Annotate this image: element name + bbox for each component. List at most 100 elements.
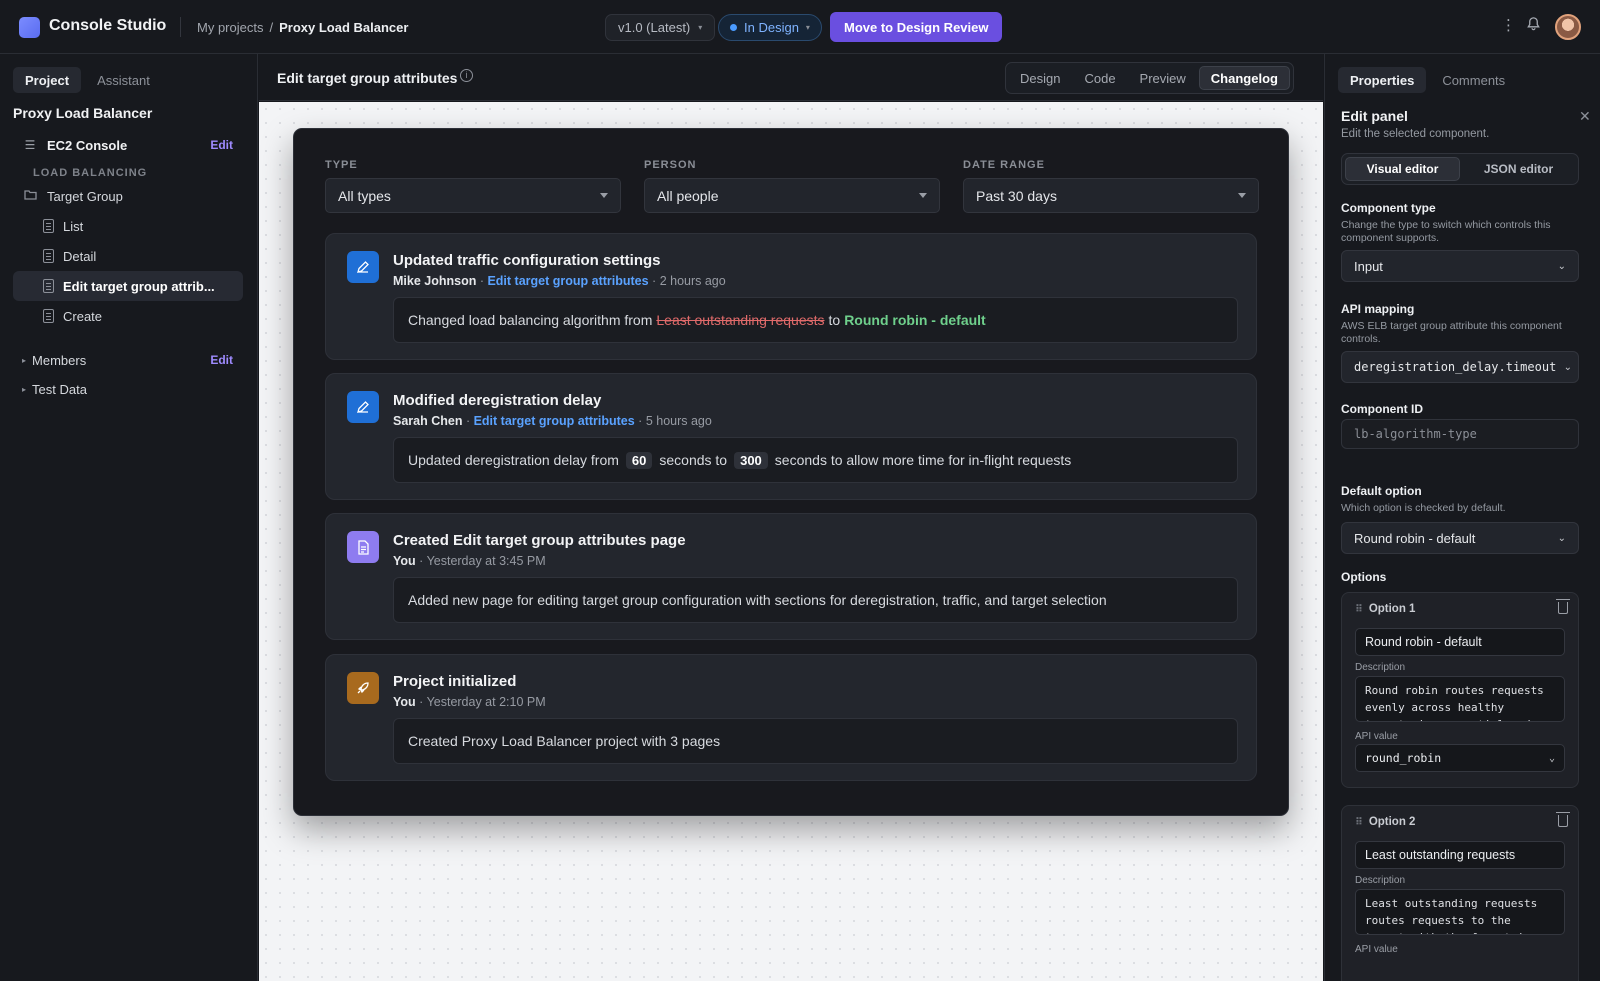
entry-page-link[interactable]: Edit target group attributes [474, 414, 635, 428]
option-title: Option 2 [1368, 816, 1416, 828]
component-type-select[interactable]: Input ⌄ [1341, 250, 1579, 282]
trash-icon[interactable] [1556, 812, 1570, 827]
document-icon [347, 531, 379, 563]
tab-design[interactable]: Design [1009, 66, 1071, 90]
sidebar-item-members[interactable]: ▸ Members Edit [13, 345, 243, 375]
component-id-input[interactable]: lb-algorithm-type [1341, 419, 1579, 449]
component-type-help: Change the type to switch which controls… [1341, 219, 1551, 244]
date-range-select[interactable]: Past 30 days [963, 178, 1259, 213]
entry-page-link[interactable]: Edit target group attributes [487, 274, 648, 288]
avatar[interactable] [1555, 14, 1581, 40]
sidebar-item-list[interactable]: List [13, 211, 243, 241]
entry-author: You [393, 554, 416, 568]
old-value: Least outstanding requests [656, 312, 825, 328]
description-label: Description [1355, 662, 1406, 673]
folder-icon [22, 189, 38, 203]
status-dot-icon [730, 24, 737, 31]
tab-preview[interactable]: Preview [1129, 66, 1197, 90]
entry-meta: You · Yesterday at 2:10 PM [393, 695, 546, 709]
filter-label: DATE RANGE [963, 159, 1045, 171]
body-text: seconds to allow more time for in-flight… [774, 452, 1072, 468]
version-dropdown[interactable]: v1.0 (Latest) ▾ [605, 14, 716, 41]
view-tabs: Design Code Preview Changelog [1005, 62, 1294, 94]
sidebar-item-ec2-console[interactable]: ☰ EC2 Console Edit [13, 130, 243, 160]
sidebar-item-label: Detail [63, 248, 97, 264]
chevron-down-icon [919, 193, 927, 198]
panel-subtitle: Edit the selected component. [1341, 128, 1490, 140]
left-sidebar: Project Assistant Proxy Load Balancer ☰ … [0, 54, 258, 981]
tab-code[interactable]: Code [1073, 66, 1126, 90]
visual-editor-button[interactable]: Visual editor [1345, 157, 1460, 181]
divider [180, 17, 181, 37]
section-label: LOAD BALANCING [33, 167, 148, 179]
option-description-input[interactable]: Round robin routes requests evenly acros… [1355, 676, 1565, 722]
tab-assistant[interactable]: Assistant [85, 67, 162, 93]
type-select[interactable]: All types [325, 178, 621, 213]
default-option-select[interactable]: Round robin - default ⌄ [1341, 522, 1579, 554]
option-api-value-select[interactable]: round_robin ⌄ [1355, 744, 1565, 772]
api-mapping-select[interactable]: deregistration_delay.timeout_seconds ⌄ [1341, 351, 1579, 383]
sidebar-item-label: Target Group [47, 188, 123, 204]
tab-changelog[interactable]: Changelog [1198, 66, 1290, 90]
changelog-entry: Updated traffic configuration settings M… [325, 233, 1257, 360]
person-select[interactable]: All people [644, 178, 940, 213]
component-id-label: Component ID [1341, 402, 1423, 416]
entry-title: Modified deregistration delay [393, 392, 602, 409]
chevron-down-icon: ▾ [698, 23, 703, 32]
sidebar-item-detail[interactable]: Detail [13, 241, 243, 271]
body-text: Added new page for editing target group … [408, 592, 1107, 608]
entry-body: Changed load balancing algorithm from Le… [393, 297, 1238, 343]
chevron-down-icon: ⌄ [1563, 361, 1572, 373]
new-value: 300 [734, 451, 768, 469]
edit-console-button[interactable]: Edit [210, 138, 233, 152]
type-filter: TYPE All types [325, 159, 621, 213]
more-vertical-icon[interactable]: ⋮ [1501, 16, 1516, 34]
option-title: Option 1 [1368, 603, 1416, 615]
move-to-review-button[interactable]: Move to Design Review [830, 12, 1003, 42]
option-card: ⠿ Option 1 Round robin - default Descrip… [1341, 592, 1579, 788]
tab-properties[interactable]: Properties [1338, 67, 1427, 93]
options-label: Options [1341, 570, 1387, 584]
body-text: Changed load balancing algorithm from [408, 312, 653, 328]
json-editor-button[interactable]: JSON editor [1462, 157, 1575, 181]
breadcrumb-root[interactable]: My projects [197, 20, 263, 35]
select-value: Past 30 days [976, 187, 1057, 204]
api-mapping-help: AWS ELB target group attribute this comp… [1341, 320, 1562, 345]
sidebar-item-test-data[interactable]: ▸ Test Data [13, 374, 243, 404]
drag-handle-icon[interactable]: ⠿ [1355, 604, 1363, 615]
chevron-down-icon: ⌄ [1557, 532, 1566, 544]
drag-handle-icon[interactable]: ⠿ [1355, 817, 1363, 828]
option-header: ⠿ Option 2 [1355, 816, 1415, 828]
entry-body: Added new page for editing target group … [393, 577, 1238, 623]
api-value-label: API value [1355, 731, 1398, 742]
sidebar-item-label: Test Data [32, 381, 87, 397]
chevron-down-icon: ⌄ [1557, 260, 1566, 272]
tab-project[interactable]: Project [13, 67, 82, 93]
select-value: round_robin [1365, 751, 1442, 765]
sidebar-item-edit-target-group[interactable]: Edit target group attrib... [13, 271, 243, 301]
old-value: 60 [625, 451, 653, 469]
info-icon[interactable]: i [460, 69, 473, 82]
select-value: All types [338, 187, 391, 204]
trash-icon[interactable] [1556, 599, 1570, 614]
option-description-input[interactable]: Least outstanding requests routes reques… [1355, 889, 1565, 935]
entry-author: Mike Johnson [393, 274, 477, 288]
sidebar-item-target-group[interactable]: Target Group [13, 181, 243, 211]
body-text: seconds to [659, 452, 728, 468]
close-icon[interactable]: ✕ [1579, 108, 1591, 125]
design-canvas: TYPE All types PERSON All people DATE RA… [259, 102, 1323, 981]
rocket-icon [347, 672, 379, 704]
sidebar-item-create[interactable]: Create [13, 301, 243, 331]
status-dropdown[interactable]: In Design ▾ [718, 14, 822, 41]
bell-icon[interactable] [1526, 16, 1541, 35]
edit-members-button[interactable]: Edit [210, 353, 233, 367]
description-label: Description [1355, 875, 1406, 886]
option-label-input[interactable]: Round robin - default [1355, 628, 1565, 656]
select-value: Input [1354, 258, 1383, 274]
tab-comments[interactable]: Comments [1430, 67, 1517, 93]
changelog-panel: TYPE All types PERSON All people DATE RA… [293, 128, 1289, 816]
changelog-entry: Project initialized You · Yesterday at 2… [325, 654, 1257, 781]
option-label-input[interactable]: Least outstanding requests [1355, 841, 1565, 869]
chevron-down-icon: ▾ [805, 23, 810, 32]
chevron-down-icon [600, 193, 608, 198]
